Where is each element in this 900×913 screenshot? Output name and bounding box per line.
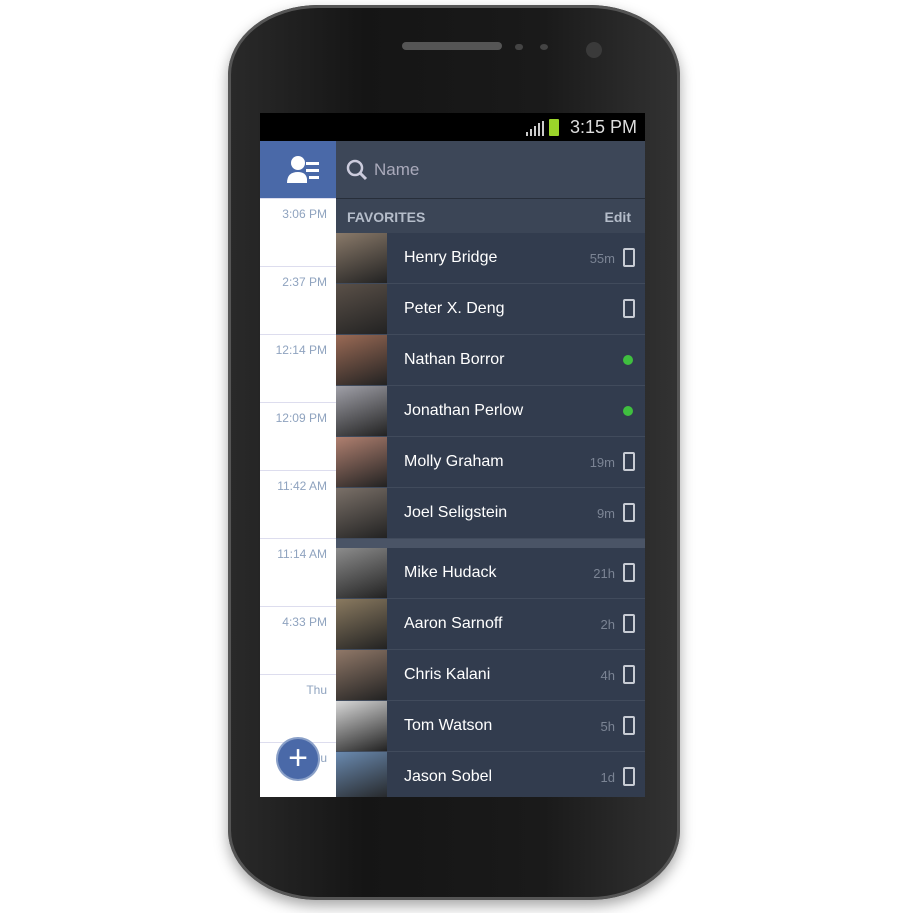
avatar: [336, 752, 387, 797]
search-input[interactable]: Name: [336, 141, 645, 199]
online-indicator-icon: [623, 406, 633, 416]
avatar: [336, 233, 387, 283]
mobile-phone-icon: [623, 767, 635, 786]
avatar: [336, 548, 387, 598]
mobile-phone-icon: [623, 248, 635, 267]
timeline-entry[interactable]: Thu: [260, 674, 336, 742]
contacts-button[interactable]: [260, 141, 336, 198]
last-active: 9m: [596, 506, 615, 521]
timeline-time: 11:42 AM: [277, 479, 327, 493]
timeline-entry[interactable]: 4:33 PM: [260, 606, 336, 674]
contacts-list-icon: [287, 156, 319, 183]
avatar: [336, 650, 387, 700]
contact-row[interactable]: Mike Hudack 21h: [336, 548, 645, 599]
phone-sensor: [515, 44, 523, 50]
avatar: [336, 701, 387, 751]
phone-speaker: [402, 42, 502, 50]
mobile-phone-icon: [623, 716, 635, 735]
mobile-phone-icon: [623, 614, 635, 633]
mobile-phone-icon: [623, 452, 635, 471]
section-divider: [336, 539, 645, 548]
contact-name: Tom Watson: [404, 717, 493, 734]
edit-button[interactable]: Edit: [605, 209, 631, 225]
front-camera: [586, 42, 602, 58]
last-active: 1d: [600, 770, 615, 785]
contact-name: Jonathan Perlow: [404, 402, 524, 419]
mobile-phone-icon: [623, 503, 635, 522]
avatar: [336, 599, 387, 649]
phone-sensor: [540, 44, 548, 50]
avatar: [336, 386, 387, 436]
contact-name: Peter X. Deng: [404, 300, 505, 317]
contact-name: Chris Kalani: [404, 666, 491, 683]
avatar: [336, 488, 387, 538]
mobile-phone-icon: [623, 563, 635, 582]
timeline-time: 12:09 PM: [275, 411, 327, 425]
contact-name: Jason Sobel: [404, 768, 493, 785]
contact-name: Molly Graham: [404, 453, 504, 470]
avatar: [336, 437, 387, 487]
contact-row[interactable]: Tom Watson 5h: [336, 701, 645, 752]
mobile-phone-icon: [623, 665, 635, 684]
search-icon: [346, 159, 368, 181]
message-timeline: 3:06 PM 2:37 PM 12:14 PM 12:09 PM 11:42 AM 11…: [260, 141, 336, 797]
new-message-button[interactable]: +: [278, 739, 318, 779]
timeline-entry[interactable]: 11:14 AM: [260, 538, 336, 606]
favorites-title: FAVORITES: [347, 209, 426, 225]
last-active: 55m: [589, 251, 615, 266]
mobile-phone-icon: [623, 299, 635, 318]
contact-name: Joel Seligstein: [404, 504, 508, 521]
timeline-entry[interactable]: 2:37 PM: [260, 266, 336, 334]
screen: 3:15 PM 3:06 PM 2:37 PM 12:14 PM 12:09 PM 11…: [260, 113, 645, 797]
timeline-entry[interactable]: 12:09 PM: [260, 402, 336, 470]
contact-row[interactable]: Chris Kalani 4h: [336, 650, 645, 701]
avatar: [336, 284, 387, 334]
last-active: 4h: [600, 668, 615, 683]
contact-row[interactable]: Nathan Borror: [336, 335, 645, 386]
timeline-time: 11:14 AM: [277, 547, 327, 561]
status-bar: 3:15 PM: [260, 113, 645, 141]
contact-row[interactable]: Peter X. Deng: [336, 284, 645, 335]
timeline-time: 3:06 PM: [282, 207, 327, 221]
signal-icon: [526, 121, 544, 136]
favorites-header: FAVORITES Edit: [336, 199, 645, 233]
timeline-entry[interactable]: 3:06 PM: [260, 198, 336, 266]
contact-name: Henry Bridge: [404, 249, 498, 266]
timeline-entry[interactable]: 12:14 PM: [260, 334, 336, 402]
contact-row[interactable]: Jonathan Perlow: [336, 386, 645, 437]
contact-name: Mike Hudack: [404, 564, 497, 581]
timeline-time: 12:14 PM: [275, 343, 327, 357]
last-active: 21h: [593, 566, 615, 581]
last-active: 19m: [589, 455, 615, 470]
contact-row[interactable]: Aaron Sarnoff 2h: [336, 599, 645, 650]
contact-row[interactable]: Henry Bridge 55m: [336, 233, 645, 284]
last-active: 2h: [600, 617, 615, 632]
timeline-time: 2:37 PM: [282, 275, 327, 289]
contact-name: Aaron Sarnoff: [404, 615, 503, 632]
battery-icon: [549, 119, 559, 136]
timeline-time: 4:33 PM: [282, 615, 327, 629]
contact-row[interactable]: Jason Sobel 1d: [336, 752, 645, 797]
timeline-entry[interactable]: 11:42 AM: [260, 470, 336, 538]
avatar: [336, 335, 387, 385]
search-placeholder: Name: [374, 160, 420, 179]
online-indicator-icon: [623, 355, 633, 365]
timeline-time: Thu: [306, 683, 327, 697]
contact-name: Nathan Borror: [404, 351, 505, 368]
contact-row[interactable]: Molly Graham 19m: [336, 437, 645, 488]
contacts-panel: Name FAVORITES Edit Henry Bridge 55m Pet…: [336, 141, 645, 797]
status-time: 3:15 PM: [569, 117, 637, 137]
contact-row[interactable]: Joel Seligstein 9m: [336, 488, 645, 539]
last-active: 5h: [600, 719, 615, 734]
